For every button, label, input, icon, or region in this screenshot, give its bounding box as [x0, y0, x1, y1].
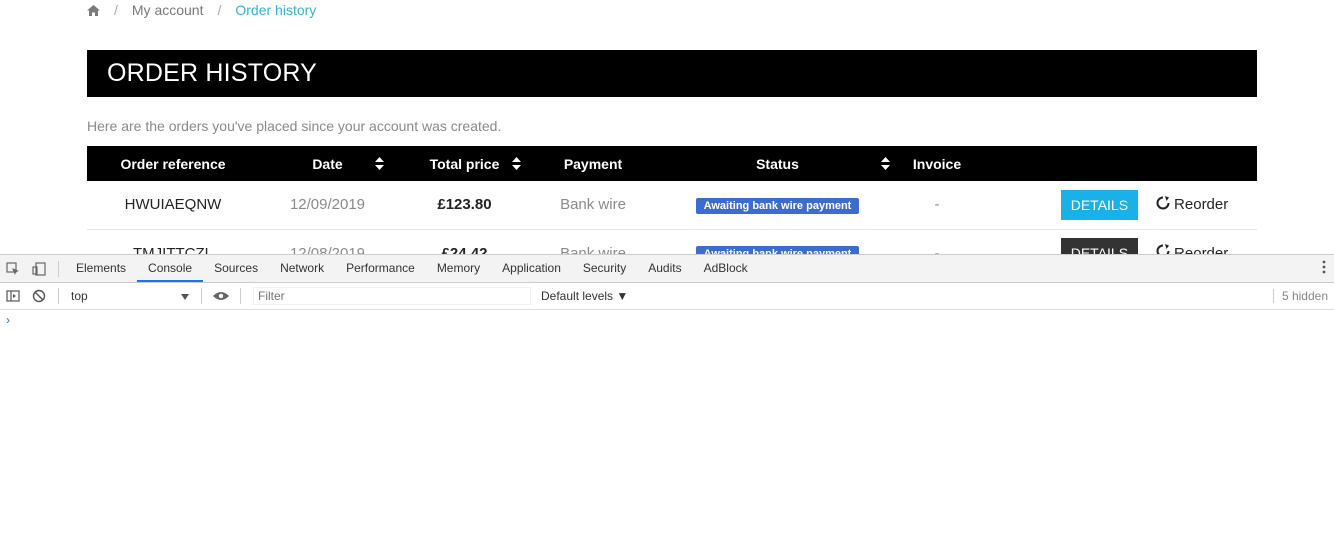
- table-row: HWUIAEQNW 12/09/2019 £123.80 Bank wire A…: [87, 181, 1257, 229]
- details-button[interactable]: DETAILS: [1060, 189, 1139, 220]
- shop-page: / My account / Order history ORDER HISTO…: [0, 0, 1334, 254]
- breadcrumb-separator: /: [114, 2, 118, 18]
- order-total: £123.80: [437, 196, 492, 214]
- page-intro: Here are the orders you've placed since …: [87, 118, 502, 134]
- console-filter-input[interactable]: [253, 287, 531, 305]
- page-title: ORDER HISTORY: [87, 50, 1257, 97]
- details-button[interactable]: DETAILS: [1060, 238, 1139, 254]
- toolbar-divider: [240, 288, 241, 304]
- hidden-messages-count: 5 hidden: [1272, 289, 1328, 303]
- devtools-tab-performance[interactable]: Performance: [335, 255, 426, 282]
- order-reference: HWUIAEQNW: [124, 196, 222, 214]
- order-invoice: -: [934, 244, 940, 255]
- devtools-tab-sources[interactable]: Sources: [203, 255, 269, 282]
- home-icon[interactable]: [87, 4, 100, 16]
- more-options-icon[interactable]: [1322, 260, 1326, 277]
- header-date[interactable]: Date: [259, 146, 396, 181]
- order-payment: Bank wire: [560, 244, 626, 255]
- order-total: £24.42: [441, 244, 488, 255]
- header-total-price[interactable]: Total price: [396, 146, 533, 181]
- toolbar-divider: [58, 288, 59, 304]
- order-date: 12/08/2019: [289, 244, 366, 255]
- sidebar-toggle-icon[interactable]: [0, 283, 26, 310]
- devtools-tab-elements[interactable]: Elements: [65, 255, 137, 282]
- dropdown-arrow-icon: [181, 289, 189, 303]
- device-toolbar-icon[interactable]: [26, 255, 52, 282]
- header-invoice: Invoice: [912, 155, 962, 172]
- breadcrumb-order-history[interactable]: Order history: [235, 2, 316, 18]
- status-badge: Awaiting bank wire payment: [695, 197, 860, 214]
- order-date: 12/09/2019: [289, 196, 366, 214]
- reorder-link[interactable]: Reorder: [1156, 244, 1228, 254]
- console-toolbar: top Default levels ▼ 5 hidden: [0, 283, 1334, 310]
- breadcrumb: / My account / Order history: [87, 0, 316, 20]
- breadcrumb-separator: /: [217, 2, 222, 18]
- table-header-row: Order reference Date Total price Payment…: [87, 146, 1257, 181]
- header-date-label: Date: [312, 155, 343, 172]
- log-levels-dropdown[interactable]: Default levels ▼: [541, 289, 628, 303]
- devtools-tab-security[interactable]: Security: [572, 255, 637, 282]
- live-expression-eye-icon[interactable]: [208, 283, 234, 310]
- context-selector[interactable]: top: [65, 286, 195, 306]
- reorder-link[interactable]: Reorder: [1156, 195, 1229, 214]
- header-total-label: Total price: [429, 155, 500, 172]
- reorder-label: Reorder: [1174, 196, 1229, 214]
- order-actions: DETAILS Reorder: [972, 181, 1257, 229]
- clear-console-icon[interactable]: [26, 283, 52, 310]
- sort-icon[interactable]: [881, 157, 890, 173]
- console-prompt[interactable]: ›: [6, 313, 10, 327]
- header-payment: Payment: [563, 155, 623, 172]
- order-reference: TMJITTCZL: [133, 244, 213, 255]
- table-row: TMJITTCZL 12/08/2019 £24.42 Bank wire Aw…: [87, 229, 1257, 254]
- devtools-tab-memory[interactable]: Memory: [426, 255, 491, 282]
- order-actions: DETAILS Reorder: [972, 229, 1257, 254]
- toolbar-divider: [201, 288, 202, 304]
- header-status[interactable]: Status: [653, 146, 902, 181]
- toolbar-divider: [58, 260, 59, 277]
- context-value: top: [71, 289, 88, 303]
- devtools-tab-console[interactable]: Console: [137, 255, 204, 282]
- devtools-tabbar: Elements Console Sources Network Perform…: [0, 255, 1334, 283]
- devtools-tab-adblock[interactable]: AdBlock: [693, 255, 759, 282]
- header-status-label: Status: [756, 155, 799, 172]
- refresh-icon: [1156, 244, 1170, 254]
- order-history-table: Order reference Date Total price Payment…: [87, 146, 1257, 254]
- order-status-cell: Awaiting bank wire payment: [653, 181, 902, 229]
- sort-icon[interactable]: [375, 157, 384, 173]
- order-payment: Bank wire: [560, 196, 626, 214]
- breadcrumb-my-account[interactable]: My account: [132, 2, 204, 18]
- status-badge: Awaiting bank wire payment: [695, 246, 860, 254]
- header-order-reference: Order reference: [120, 155, 226, 172]
- sort-icon[interactable]: [512, 157, 521, 173]
- header-actions: [972, 146, 1257, 181]
- inspect-element-icon[interactable]: [0, 255, 26, 282]
- order-invoice: -: [934, 196, 940, 214]
- devtools-tab-network[interactable]: Network: [269, 255, 335, 282]
- devtools-panel: Elements Console Sources Network Perform…: [0, 254, 1334, 535]
- refresh-icon: [1156, 195, 1170, 214]
- devtools-tab-application[interactable]: Application: [491, 255, 572, 282]
- order-status-cell: Awaiting bank wire payment: [653, 229, 902, 254]
- devtools-tab-audits[interactable]: Audits: [637, 255, 692, 282]
- reorder-label: Reorder: [1174, 244, 1229, 255]
